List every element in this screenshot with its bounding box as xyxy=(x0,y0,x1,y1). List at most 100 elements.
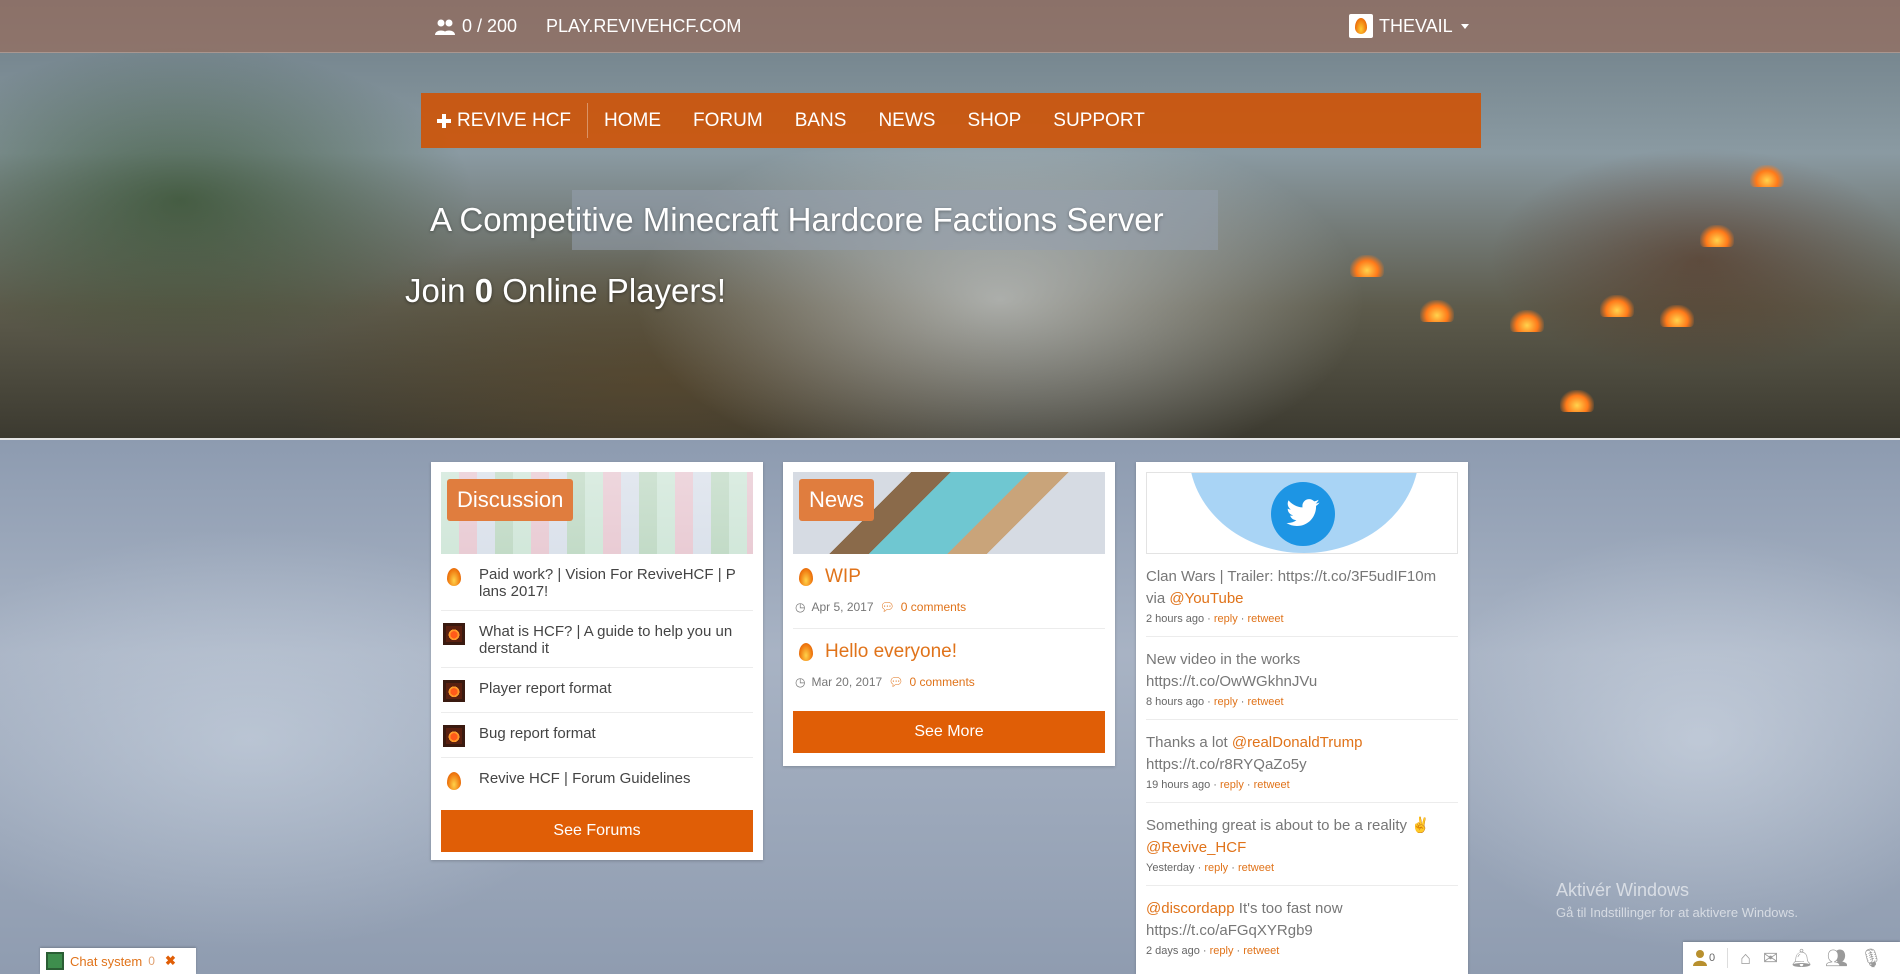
tweet-handle-link[interactable]: @realDonaldTrump xyxy=(1232,734,1363,751)
list-item[interactable]: Bug report format xyxy=(441,713,753,758)
tweet: New video in the works https://t.co/OwWG… xyxy=(1146,637,1458,720)
nav-news[interactable]: NEWS xyxy=(862,110,951,132)
tweet-handle-link[interactable]: @Revive_HCF xyxy=(1146,839,1246,856)
news-date: Mar 20, 2017 xyxy=(811,675,883,689)
bottom-toolbar: 0 ⌂ ✉ 🔔︎ 👥︎ 🎙︎ xyxy=(1683,942,1900,974)
tweet-handle-link[interactable]: @YouTube xyxy=(1169,590,1243,607)
user-menu[interactable]: THEVAIL xyxy=(1349,14,1469,38)
chat-label: Chat system xyxy=(70,953,143,969)
flame-icon xyxy=(795,641,817,663)
list-item[interactable]: Player report format xyxy=(441,668,753,713)
retweet-link[interactable]: retweet xyxy=(1243,945,1279,957)
creeper-icon xyxy=(443,725,465,747)
join-prefix: Join xyxy=(405,272,475,309)
clock-icon: ◷ xyxy=(795,600,806,614)
hero-tagline: A Competitive Minecraft Hardcore Faction… xyxy=(430,201,1164,238)
creeper-icon xyxy=(443,680,465,702)
tweet-text: Something great is about to be a reality… xyxy=(1146,817,1430,834)
online-users-button[interactable]: 0 xyxy=(1693,950,1715,966)
chat-icon xyxy=(46,952,64,970)
news-comments-link[interactable]: 0 comments xyxy=(909,675,974,689)
news-banner: News xyxy=(793,472,1105,554)
see-more-button[interactable]: See More xyxy=(793,711,1105,753)
discussion-banner: Discussion xyxy=(441,472,753,554)
reply-link[interactable]: reply xyxy=(1210,945,1234,957)
nav-bans[interactable]: BANS xyxy=(779,110,863,132)
retweet-link[interactable]: retweet xyxy=(1248,696,1284,708)
microphone-icon[interactable]: 🎙︎ xyxy=(1860,948,1883,969)
online-users-count: 0 xyxy=(1709,952,1716,964)
tweet-text-post: https://t.co/r8RYQaZo5y xyxy=(1146,756,1307,773)
online-player-count: 0 xyxy=(474,272,494,309)
news-item: Hello everyone! ◷ Mar 20, 2017 💬︎ 0 comm… xyxy=(793,629,1105,703)
thread-title: Player report format xyxy=(479,680,612,697)
chevron-down-icon xyxy=(1460,23,1469,29)
top-bar: 0 / 200 PLAY.REVIVEHCF.COM THEVAIL xyxy=(0,0,1900,53)
reply-link[interactable]: reply xyxy=(1214,613,1238,625)
comment-icon: 💬︎ xyxy=(888,675,904,689)
retweet-link[interactable]: retweet xyxy=(1238,862,1274,874)
retweet-link[interactable]: retweet xyxy=(1254,779,1290,791)
player-count: 0 / 200 xyxy=(434,16,517,37)
nav-shop[interactable]: SHOP xyxy=(951,110,1037,132)
thread-title: Paid work? | Vision For ReviveHCF | P la… xyxy=(479,566,736,600)
news-title: Hello everyone! xyxy=(825,641,958,662)
clock-icon: ◷ xyxy=(795,675,806,689)
player-count-text: 0 / 200 xyxy=(462,16,518,36)
bell-icon[interactable]: 🔔︎ xyxy=(1790,948,1813,969)
chat-system-widget[interactable]: Chat system 0 ✖ xyxy=(40,948,196,974)
tweet-meta: 8 hours ago · reply · retweet xyxy=(1146,696,1284,708)
flame-icon xyxy=(443,566,465,588)
tweet-meta: 19 hours ago · reply · retweet xyxy=(1146,779,1290,791)
reply-link[interactable]: reply xyxy=(1204,862,1228,874)
news-comments-link[interactable]: 0 comments xyxy=(901,600,966,614)
toolbar-divider xyxy=(1727,948,1729,968)
news-meta: ◷ Mar 20, 2017 💬︎ 0 comments xyxy=(795,675,1103,689)
nav-brand[interactable]: REVIVE HCF xyxy=(421,103,589,138)
news-date: Apr 5, 2017 xyxy=(811,600,874,614)
users-icon[interactable]: 👥︎ xyxy=(1825,948,1848,969)
news-label: News xyxy=(799,479,875,521)
chat-count: 0 xyxy=(148,954,155,968)
close-icon[interactable]: ✖ xyxy=(165,953,176,969)
tweet-time: 19 hours ago xyxy=(1146,779,1211,791)
see-forums-button[interactable]: See Forums xyxy=(441,810,753,852)
list-item[interactable]: What is HCF? | A guide to help you un de… xyxy=(441,611,753,668)
tweet-text: New video in the works https://t.co/OwWG… xyxy=(1146,651,1318,690)
home-icon[interactable]: ⌂ xyxy=(1740,948,1751,969)
thread-title: Bug report format xyxy=(479,725,596,742)
news-item: WIP ◷ Apr 5, 2017 💬︎ 0 comments xyxy=(793,554,1105,629)
discussion-card: Discussion Paid work? | Vision For Reviv… xyxy=(431,462,763,860)
comment-icon: 💬︎ xyxy=(879,600,895,614)
tweet-time: Yesterday xyxy=(1146,862,1195,874)
windows-watermark: Aktivér Windows Gå til Indstillinger for… xyxy=(1556,880,1798,920)
fire-decoration xyxy=(1560,390,1594,412)
retweet-link[interactable]: retweet xyxy=(1248,613,1284,625)
reply-link[interactable]: reply xyxy=(1220,779,1244,791)
username: THEVAIL xyxy=(1379,15,1453,36)
server-ip[interactable]: PLAY.REVIVEHCF.COM xyxy=(546,16,741,37)
flame-icon xyxy=(443,770,465,792)
list-item[interactable]: Revive HCF | Forum Guidelines xyxy=(441,758,753,802)
tweet-handle-link[interactable]: @discordapp xyxy=(1146,900,1235,917)
watermark-line1: Aktivér Windows xyxy=(1556,880,1690,900)
nav-support[interactable]: SUPPORT xyxy=(1037,110,1161,132)
watermark-line2: Gå til Indstillinger for at aktivere Win… xyxy=(1556,905,1799,920)
envelope-icon[interactable]: ✉ xyxy=(1763,948,1778,969)
tweet-meta: Yesterday · reply · retweet xyxy=(1146,862,1275,874)
reply-link[interactable]: reply xyxy=(1214,696,1238,708)
fire-decoration xyxy=(1600,295,1634,317)
list-item[interactable]: Paid work? | Vision For ReviveHCF | P la… xyxy=(441,554,753,611)
thread-title: Revive HCF | Forum Guidelines xyxy=(479,770,691,787)
nav-forum[interactable]: FORUM xyxy=(677,110,779,132)
plus-icon xyxy=(437,113,451,128)
tweet: Clan Wars | Trailer: https://t.co/3F5udI… xyxy=(1146,554,1458,637)
users-icon xyxy=(435,19,455,35)
nav-home[interactable]: HOME xyxy=(588,110,677,132)
tweet: Something great is about to be a reality… xyxy=(1146,803,1458,886)
tweet: Thanks a lot @realDonaldTrump https://t.… xyxy=(1146,720,1458,803)
fire-decoration xyxy=(1420,300,1454,322)
twitter-card: Clan Wars | Trailer: https://t.co/3F5udI… xyxy=(1136,462,1468,974)
news-title-row[interactable]: WIP xyxy=(795,566,1103,588)
news-title-row[interactable]: Hello everyone! xyxy=(795,641,1103,663)
